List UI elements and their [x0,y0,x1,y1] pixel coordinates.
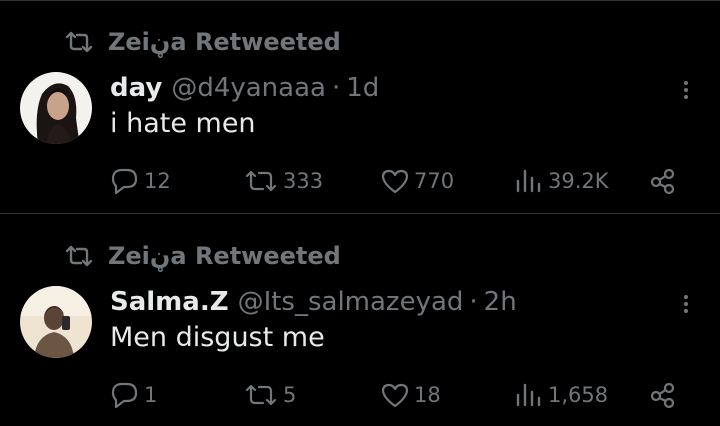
reply-button[interactable]: 12 [110,164,171,198]
repost-icon [245,170,277,192]
more-icon[interactable] [676,292,696,316]
tweet-text: i hate men [110,108,256,139]
retweet-icon [65,31,93,53]
action-bar: 1 5 18 1,658 [0,378,720,412]
repost-icon [245,384,277,406]
reply-button[interactable]: 1 [110,378,157,412]
reply-count: 12 [144,169,171,193]
retweeted-by-label[interactable]: Zeiڼa Retweeted [108,28,341,56]
more-icon[interactable] [676,78,696,102]
share-button[interactable] [648,164,682,198]
display-name[interactable]: Salma.Z [110,287,229,317]
share-icon [650,382,675,409]
like-count: 770 [414,169,455,193]
reply-icon [111,382,138,409]
separator: · [469,287,478,317]
user-handle[interactable]: @Its_salmazeyad [238,287,464,317]
views-icon [516,383,541,407]
social-context[interactable]: Zeiڼa Retweeted [64,241,341,271]
action-bar: 12 333 770 39.2K [0,164,720,198]
user-handle[interactable]: @d4yanaaa [171,73,326,103]
like-count: 18 [414,383,441,407]
tweet[interactable]: Zeiڼa Retweeted day @d4yanaaa · 1d i hat… [0,0,720,214]
heart-icon [381,383,409,408]
repost-count: 333 [283,169,324,193]
retweet-icon [65,245,93,267]
display-name[interactable]: day [110,73,162,103]
like-button[interactable]: 770 [380,164,454,198]
timestamp[interactable]: 2h [484,287,517,317]
social-context[interactable]: Zeiڼa Retweeted [64,27,341,57]
tweet-header: Salma.Z @Its_salmazeyad · 2h [110,284,517,320]
views-button[interactable]: 1,658 [514,378,608,412]
repost-button[interactable]: 333 [243,164,323,198]
share-icon [650,168,675,195]
share-button[interactable] [648,378,682,412]
heart-icon [381,169,409,194]
repost-count: 5 [283,383,297,407]
repost-button[interactable]: 5 [243,378,296,412]
tweet-header: day @d4yanaaa · 1d [110,70,379,106]
reply-icon [111,168,138,195]
view-count: 1,658 [548,383,609,407]
view-count: 39.2K [548,169,609,193]
views-icon [516,169,541,193]
tweet-text: Men disgust me [110,322,325,353]
retweeted-by-label[interactable]: Zeiڼa Retweeted [108,242,341,270]
tweet[interactable]: Zeiڼa Retweeted Salma.Z @Its_salmazeyad … [0,214,720,426]
views-button[interactable]: 39.2K [514,164,609,198]
timestamp[interactable]: 1d [346,73,379,103]
reply-count: 1 [144,383,158,407]
avatar[interactable] [20,72,92,144]
like-button[interactable]: 18 [380,378,441,412]
separator: · [331,73,341,103]
avatar[interactable] [20,286,92,358]
